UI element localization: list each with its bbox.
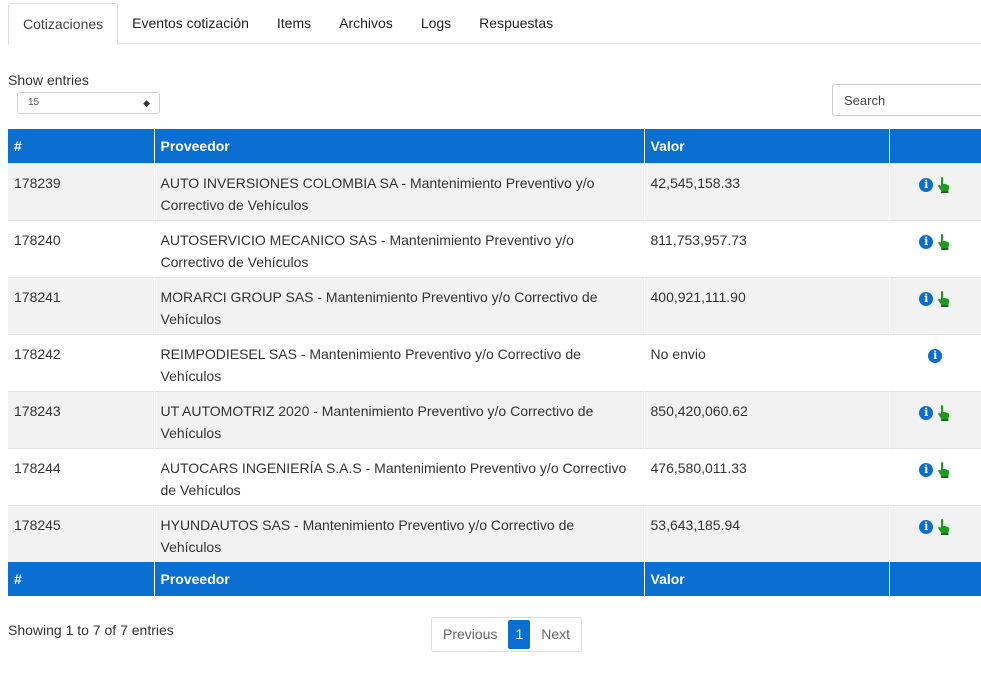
column-footer-actions xyxy=(889,562,981,596)
row-proveedor-cell: AUTOSERVICIO MECANICO SAS - Mantenimient… xyxy=(154,219,645,277)
hand-pointer-icon[interactable] xyxy=(937,290,951,307)
hand-pointer-icon[interactable] xyxy=(937,233,951,250)
table-body: 178239 AUTO INVERSIONES COLOMBIA SA - Man… xyxy=(8,162,981,562)
column-header-valor[interactable]: Valor xyxy=(644,129,890,163)
row-actions-cell: i xyxy=(889,219,981,277)
row-actions-cell: i xyxy=(889,276,981,334)
tab-bar: Cotizaciones Eventos cotización Items Ar… xyxy=(8,3,981,45)
row-proveedor-cell: AUTOCARS INGENIERÍA S.A.S - Mantenimient… xyxy=(154,447,645,505)
pagination: Previous 1 Next xyxy=(431,617,583,652)
table-row: 178242 REIMPODIESEL SAS - Mantenimiento P… xyxy=(8,333,981,391)
row-proveedor-cell: HYUNDAUTOS SAS - Mantenimiento Preventiv… xyxy=(154,504,645,562)
info-icon[interactable]: i xyxy=(919,234,934,249)
table-row: 178239 AUTO INVERSIONES COLOMBIA SA - Man… xyxy=(8,162,981,220)
entries-per-page-value: 15 xyxy=(28,97,40,108)
row-proveedor-cell: AUTO INVERSIONES COLOMBIA SA - Mantenimi… xyxy=(154,162,645,220)
row-id-cell: 178241 xyxy=(8,276,155,334)
previous-page-button[interactable]: Previous xyxy=(432,618,509,651)
row-id-cell: 178244 xyxy=(8,447,155,505)
table-header-row: # Proveedor Valor xyxy=(8,129,981,163)
row-id-cell: 178243 xyxy=(8,390,155,448)
show-entries-label: Show entries xyxy=(8,72,89,88)
column-footer-valor: Valor xyxy=(644,562,890,596)
column-header-proveedor[interactable]: Proveedor xyxy=(154,129,645,163)
select-arrows-icon: ◆ xyxy=(143,98,150,108)
table-info: Showing 1 to 7 of 7 entries xyxy=(8,622,174,638)
table-row: 178244 AUTOCARS INGENIERÍA S.A.S - Manten… xyxy=(8,447,981,505)
info-icon[interactable]: i xyxy=(928,348,943,363)
row-valor-cell: 400,921,111.90 xyxy=(644,276,890,334)
info-icon[interactable]: i xyxy=(919,462,934,477)
row-valor-cell: 42,545,158.33 xyxy=(644,162,890,220)
row-id-cell: 178239 xyxy=(8,162,155,220)
tab-eventos-cotizacion[interactable]: Eventos cotización xyxy=(118,3,263,44)
row-valor-cell: 53,643,185.94 xyxy=(644,504,890,562)
row-actions-cell: i xyxy=(889,447,981,505)
cotizaciones-table: # Proveedor Valor 178239 AUTO INVERSIONES… xyxy=(8,129,981,596)
next-page-button[interactable]: Next xyxy=(530,618,582,651)
tab-items[interactable]: Items xyxy=(263,3,325,44)
row-valor-cell: 476,580,011.33 xyxy=(644,447,890,505)
row-actions-cell: i xyxy=(889,333,981,391)
row-proveedor-cell: MORARCI GROUP SAS - Mantenimiento Preven… xyxy=(154,276,645,334)
row-actions-cell: i xyxy=(889,504,981,562)
table-row: 178245 HYUNDAUTOS SAS - Mantenimiento Pre… xyxy=(8,504,981,562)
hand-pointer-icon[interactable] xyxy=(937,404,951,421)
table-row: 178243 UT AUTOMOTRIZ 2020 - Mantenimiento… xyxy=(8,390,981,448)
info-icon[interactable]: i xyxy=(919,405,934,420)
tab-respuestas[interactable]: Respuestas xyxy=(465,3,567,44)
row-proveedor-cell: UT AUTOMOTRIZ 2020 - Mantenimiento Preve… xyxy=(154,390,645,448)
table-row: 178240 AUTOSERVICIO MECANICO SAS - Manten… xyxy=(8,219,981,277)
hand-pointer-icon[interactable] xyxy=(937,518,951,535)
info-icon[interactable]: i xyxy=(919,291,934,306)
table-footer-row: # Proveedor Valor xyxy=(8,562,981,596)
row-actions-cell: i xyxy=(889,162,981,220)
row-valor-cell: 811,753,957.73 xyxy=(644,219,890,277)
table-row: 178241 MORARCI GROUP SAS - Mantenimiento … xyxy=(8,276,981,334)
column-footer-id: # xyxy=(8,562,155,596)
row-id-cell: 178242 xyxy=(8,333,155,391)
entries-per-page-select[interactable]: 15 ◆ xyxy=(17,92,160,114)
tab-cotizaciones[interactable]: Cotizaciones xyxy=(8,3,119,45)
hand-pointer-icon[interactable] xyxy=(937,176,951,193)
search-input[interactable] xyxy=(832,84,981,116)
row-valor-cell: No envio xyxy=(644,333,890,391)
row-proveedor-cell: REIMPODIESEL SAS - Mantenimiento Prevent… xyxy=(154,333,645,391)
column-header-actions xyxy=(889,129,981,163)
info-icon[interactable]: i xyxy=(919,177,934,192)
page-1-button[interactable]: 1 xyxy=(508,620,531,649)
row-id-cell: 178240 xyxy=(8,219,155,277)
column-header-id[interactable]: # xyxy=(8,129,155,163)
cotizaciones-table-container: # Proveedor Valor 178239 AUTO INVERSIONES… xyxy=(8,129,981,596)
tab-archivos[interactable]: Archivos xyxy=(325,3,407,44)
row-valor-cell: 850,420,060.62 xyxy=(644,390,890,448)
tab-logs[interactable]: Logs xyxy=(407,3,465,44)
hand-pointer-icon[interactable] xyxy=(937,461,951,478)
row-actions-cell: i xyxy=(889,390,981,448)
info-icon[interactable]: i xyxy=(919,519,934,534)
row-id-cell: 178245 xyxy=(8,504,155,562)
column-footer-proveedor: Proveedor xyxy=(154,562,645,596)
